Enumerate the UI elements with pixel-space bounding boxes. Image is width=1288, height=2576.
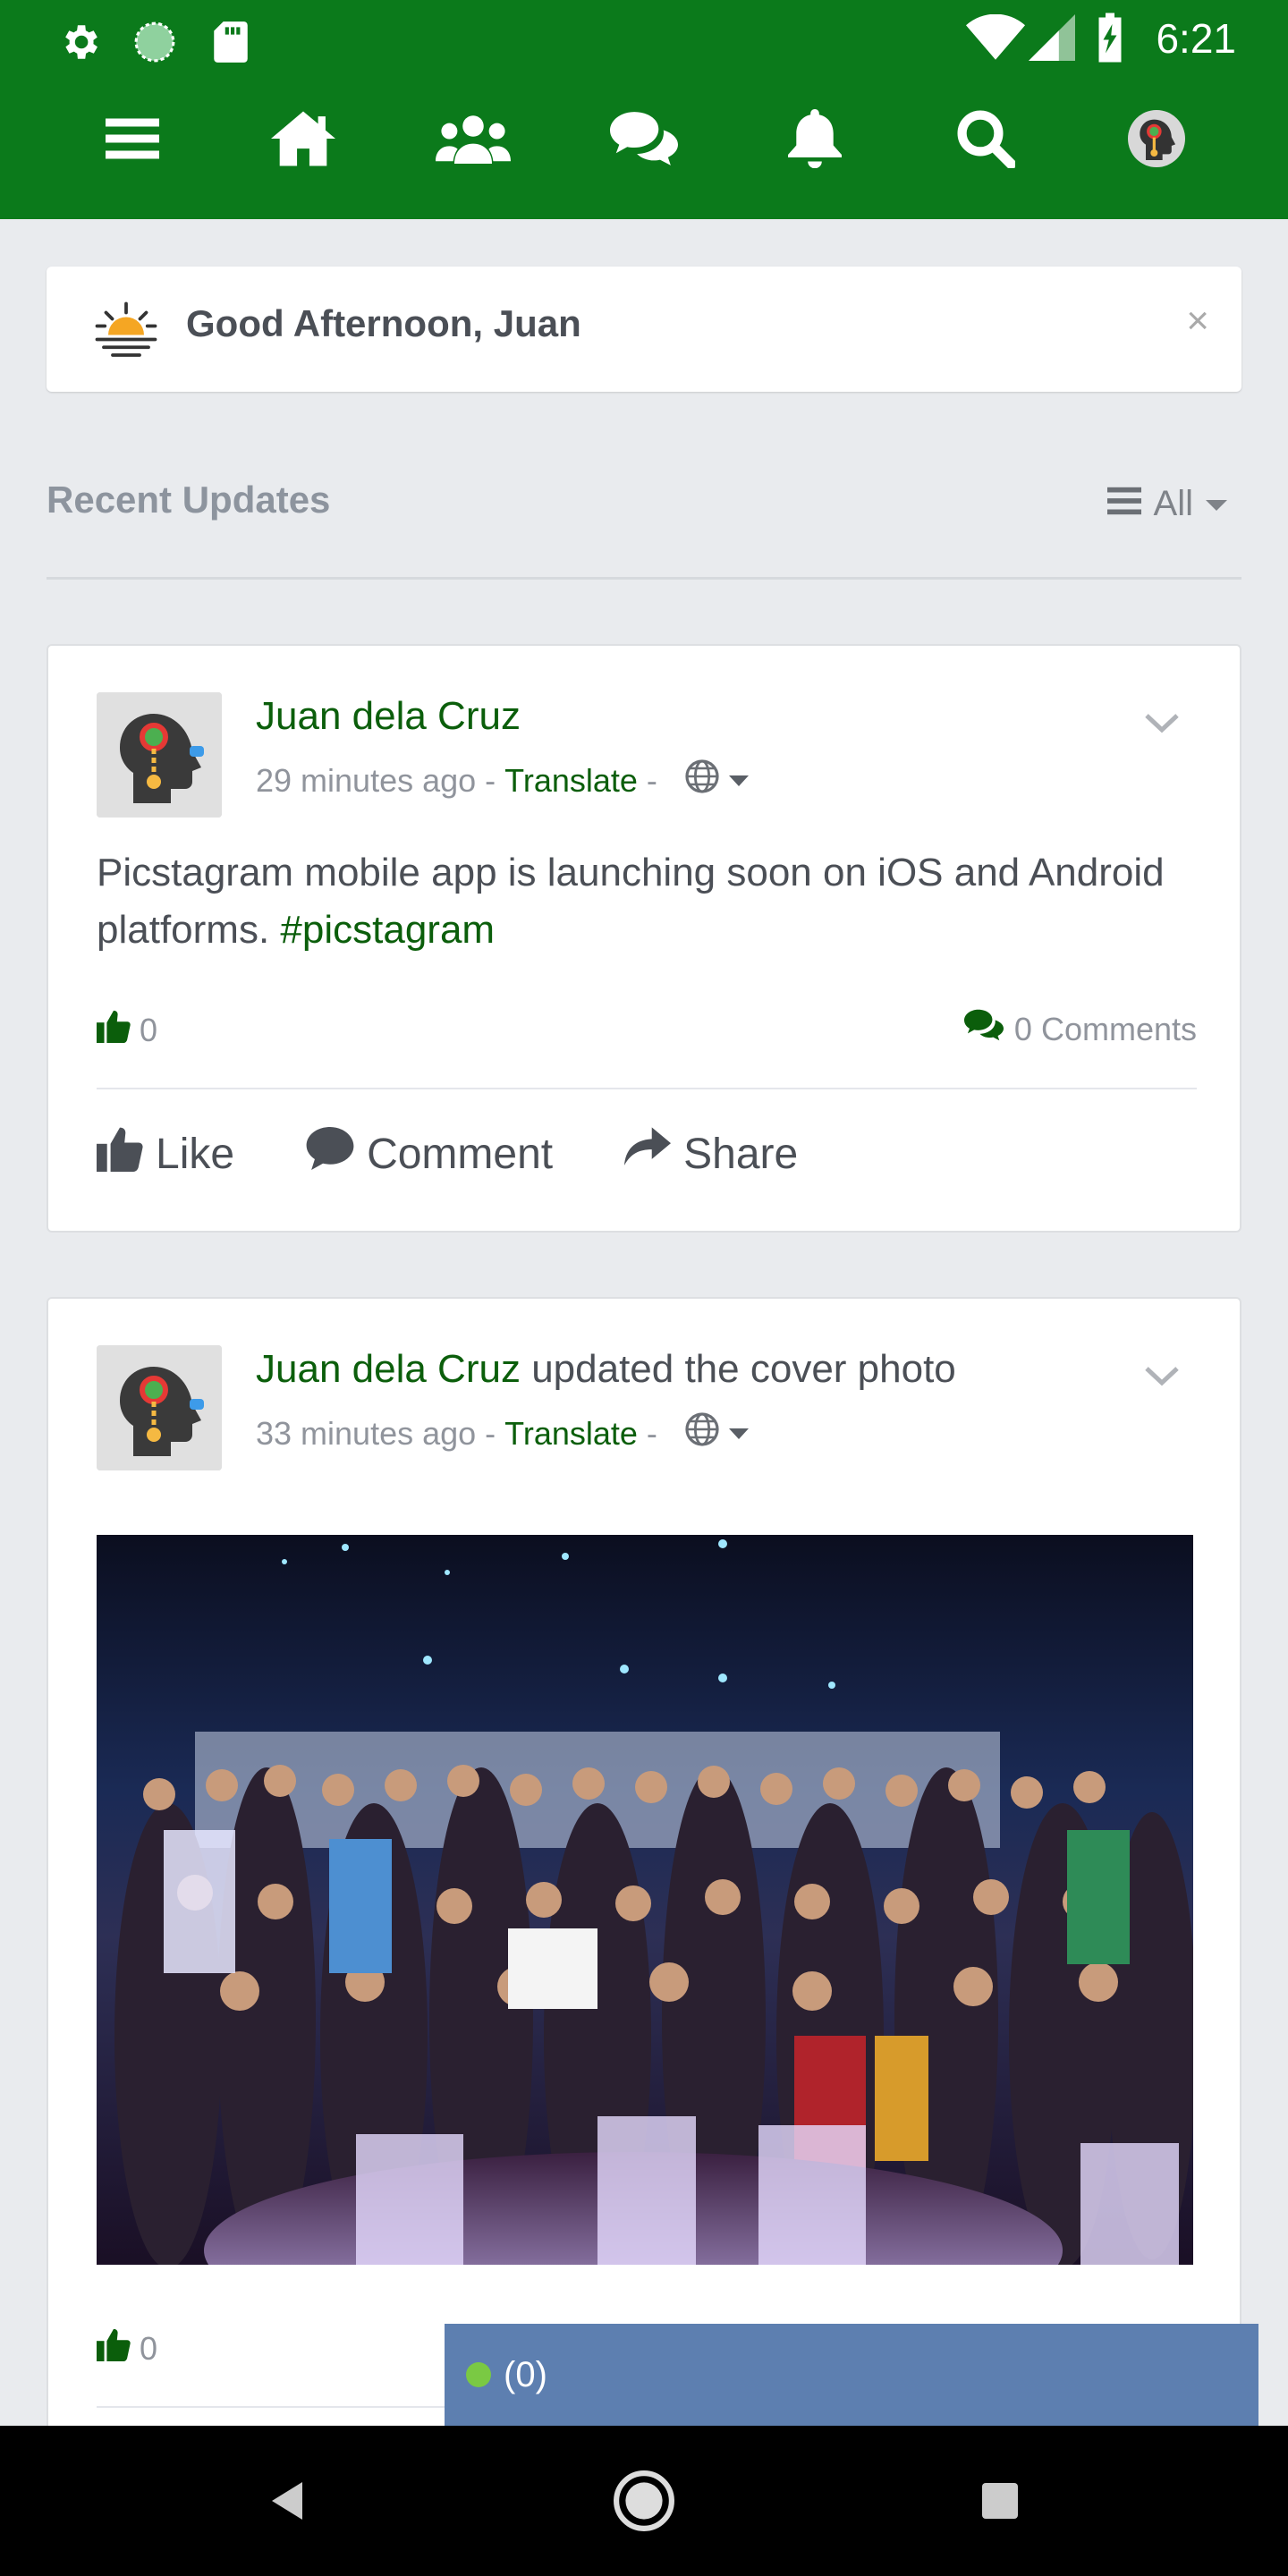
caret-down-icon bbox=[728, 775, 749, 786]
post-card: Juan dela Cruz 29 minutes ago - Translat… bbox=[47, 644, 1241, 1233]
status-time: 6:21 bbox=[1156, 15, 1236, 62]
translate-link[interactable]: Translate bbox=[504, 1415, 638, 1453]
post-body: Picstagram mobile app is launching soon … bbox=[97, 851, 1165, 952]
like-count-value: 0 bbox=[140, 1011, 158, 1048]
menu-icon[interactable] bbox=[83, 98, 182, 179]
reactions-row: 0 0 Comments bbox=[97, 1009, 1197, 1054]
recents-icon[interactable] bbox=[937, 2426, 1063, 2576]
wifi-icon bbox=[966, 13, 1025, 65]
sunset-icon bbox=[95, 299, 157, 358]
privacy-dropdown[interactable] bbox=[684, 1411, 749, 1455]
chat-count: (0) bbox=[504, 2354, 547, 2394]
thumbs-up-icon bbox=[97, 2327, 131, 2369]
privacy-dropdown[interactable] bbox=[684, 758, 749, 802]
like-label: Like bbox=[156, 1130, 235, 1178]
post-time[interactable]: 29 minutes ago bbox=[256, 762, 476, 800]
friends-icon[interactable] bbox=[424, 98, 522, 179]
online-status-icon bbox=[466, 2362, 491, 2387]
home-button-icon[interactable] bbox=[581, 2426, 707, 2576]
status-bar: 6:21 bbox=[0, 0, 1288, 80]
filter-label: All bbox=[1153, 483, 1193, 523]
divider bbox=[47, 577, 1241, 580]
author-name[interactable]: Juan dela Cruz bbox=[256, 694, 521, 738]
divider bbox=[97, 1088, 1197, 1089]
meta-separator: - bbox=[485, 761, 496, 799]
globe-icon bbox=[684, 758, 720, 802]
back-icon[interactable] bbox=[224, 2426, 349, 2576]
close-icon[interactable]: × bbox=[1186, 299, 1209, 343]
sd-card-icon bbox=[211, 20, 250, 69]
caret-down-icon bbox=[728, 1428, 749, 1439]
like-count-value: 0 bbox=[140, 2329, 158, 2367]
search-icon[interactable] bbox=[936, 98, 1035, 179]
home-icon[interactable] bbox=[254, 98, 352, 179]
feed-filter-dropdown[interactable]: All bbox=[1106, 481, 1227, 526]
chat-bar[interactable]: (0) bbox=[445, 2324, 1258, 2426]
messages-icon[interactable] bbox=[595, 98, 693, 179]
profile-icon[interactable] bbox=[1107, 98, 1206, 179]
like-count[interactable]: 0 bbox=[97, 2327, 157, 2369]
post-actions: Like Comment Share bbox=[97, 1123, 869, 1185]
avatar[interactable] bbox=[97, 692, 222, 818]
comment-count[interactable]: 0 Comments bbox=[963, 1009, 1197, 1049]
comment-icon bbox=[306, 1127, 354, 1181]
avatar[interactable] bbox=[97, 1345, 222, 1470]
hashtag-link[interactable]: #picstagram bbox=[280, 908, 495, 952]
post-author: Juan dela Cruz updated the cover photo bbox=[256, 1347, 956, 1392]
cover-photo[interactable] bbox=[97, 1535, 1193, 2265]
list-icon bbox=[1106, 484, 1141, 524]
sync-icon bbox=[132, 20, 177, 69]
share-icon bbox=[624, 1127, 672, 1181]
chevron-down-icon[interactable] bbox=[1143, 1363, 1181, 1390]
post-author[interactable]: Juan dela Cruz bbox=[256, 694, 521, 739]
thumbs-up-icon bbox=[97, 1009, 131, 1051]
translate-link[interactable]: Translate bbox=[504, 762, 638, 800]
comment-label: Comment bbox=[367, 1130, 554, 1178]
greeting-card: Good Afternoon, Juan × bbox=[47, 267, 1241, 392]
post-text: Picstagram mobile app is launching soon … bbox=[97, 844, 1197, 959]
like-button[interactable]: Like bbox=[97, 1125, 234, 1182]
signal-icon bbox=[1029, 14, 1075, 65]
share-label: Share bbox=[683, 1130, 799, 1178]
post-meta: 33 minutes ago - Translate - bbox=[256, 1411, 749, 1455]
greeting-text: Good Afternoon, Juan bbox=[186, 302, 581, 344]
comment-button[interactable]: Comment bbox=[306, 1127, 553, 1181]
thumbs-up-icon bbox=[97, 1125, 143, 1182]
comment-count-value: 0 Comments bbox=[1013, 1010, 1197, 1047]
meta-separator: - bbox=[646, 1414, 657, 1452]
post-time[interactable]: 33 minutes ago bbox=[256, 1415, 476, 1453]
main-nav bbox=[0, 98, 1288, 179]
post-action-text: updated the cover photo bbox=[531, 1347, 956, 1391]
like-count[interactable]: 0 bbox=[97, 1009, 157, 1051]
globe-icon bbox=[684, 1411, 720, 1455]
caret-down-icon bbox=[1206, 500, 1227, 511]
app-header: 6:21 bbox=[0, 0, 1288, 219]
system-nav-bar bbox=[0, 2426, 1288, 2576]
comments-icon bbox=[963, 1009, 1004, 1049]
section-title: Recent Updates bbox=[47, 479, 331, 521]
chevron-down-icon[interactable] bbox=[1143, 710, 1181, 737]
settings-icon bbox=[57, 20, 102, 69]
notifications-icon[interactable] bbox=[766, 98, 864, 179]
share-button[interactable]: Share bbox=[624, 1127, 798, 1181]
meta-separator: - bbox=[646, 761, 657, 799]
battery-icon bbox=[1097, 13, 1123, 67]
cover-photo-image bbox=[97, 1535, 1193, 2265]
author-name[interactable]: Juan dela Cruz bbox=[256, 1347, 521, 1391]
post-meta: 29 minutes ago - Translate - bbox=[256, 758, 749, 802]
meta-separator: - bbox=[485, 1414, 496, 1452]
